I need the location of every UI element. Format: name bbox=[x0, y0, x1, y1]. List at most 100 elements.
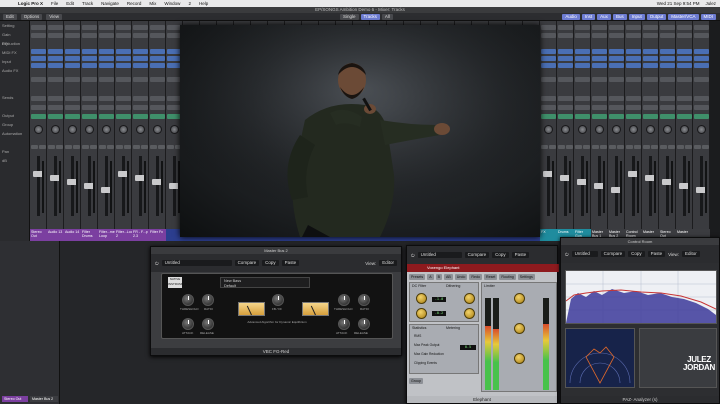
solo-button[interactable] bbox=[668, 145, 675, 149]
audio-fx-slot[interactable] bbox=[575, 56, 590, 61]
audio-fx-slot[interactable] bbox=[116, 56, 131, 61]
output-slot[interactable] bbox=[48, 96, 63, 101]
menu-file[interactable]: File bbox=[51, 1, 58, 6]
automation-slot[interactable] bbox=[150, 114, 165, 119]
pan-knob[interactable] bbox=[85, 125, 94, 134]
input-slot[interactable] bbox=[558, 49, 573, 54]
channel-name[interactable]: Audio 13 bbox=[47, 229, 64, 241]
setting-slot[interactable] bbox=[150, 25, 165, 30]
channel-name[interactable]: Audio 14 bbox=[64, 229, 81, 241]
audio-fx-slot[interactable] bbox=[31, 63, 46, 68]
options-menu-button[interactable]: Options bbox=[20, 13, 43, 20]
eq-slot[interactable] bbox=[541, 33, 556, 38]
eq-slot[interactable] bbox=[65, 33, 80, 38]
eq-slot[interactable] bbox=[48, 33, 63, 38]
eq-slot[interactable] bbox=[150, 33, 165, 38]
mute-button[interactable] bbox=[541, 145, 548, 149]
group-slot[interactable] bbox=[677, 105, 692, 110]
dc-filter-knob[interactable] bbox=[416, 293, 427, 304]
mute-button[interactable] bbox=[65, 145, 72, 149]
release-knob-2[interactable] bbox=[358, 318, 370, 330]
send-slot[interactable] bbox=[660, 77, 675, 82]
filter-master-vca-button[interactable]: Master/VCA bbox=[668, 13, 699, 20]
audio-fx-slot[interactable] bbox=[643, 56, 658, 61]
elephant-preset-menu[interactable]: Untitled bbox=[417, 252, 462, 258]
audio-fx-slot[interactable] bbox=[150, 56, 165, 61]
solo-button[interactable] bbox=[549, 145, 556, 149]
single-view-button[interactable]: Single bbox=[340, 13, 359, 20]
menu-2[interactable]: 2 bbox=[188, 1, 191, 6]
mute-button[interactable] bbox=[609, 145, 616, 149]
menubar-clock[interactable]: Wed 21 Sep 9:54 PM bbox=[657, 1, 700, 6]
group-slot[interactable] bbox=[541, 105, 556, 110]
send-slot[interactable] bbox=[150, 77, 165, 82]
group-slot[interactable] bbox=[694, 105, 709, 110]
vbc-view-menu[interactable]: Editor bbox=[379, 260, 397, 266]
channel-name[interactable]: FR - F...p 2.3 bbox=[132, 229, 149, 241]
send-slot[interactable] bbox=[592, 77, 607, 82]
channel-name[interactable]: FX bbox=[540, 229, 557, 241]
output-slot[interactable] bbox=[150, 96, 165, 101]
mute-button[interactable] bbox=[694, 145, 701, 149]
eq-slot[interactable] bbox=[609, 33, 624, 38]
input-slot[interactable] bbox=[626, 49, 641, 54]
filter-inst-button[interactable]: Inst bbox=[581, 13, 596, 20]
output-slot[interactable] bbox=[609, 96, 624, 101]
automation-slot[interactable] bbox=[694, 114, 709, 119]
automation-slot[interactable] bbox=[677, 114, 692, 119]
power-icon[interactable]: ⏻ bbox=[411, 253, 415, 258]
input-slot[interactable] bbox=[609, 49, 624, 54]
channel-name[interactable]: Filter...Loop 2 bbox=[115, 229, 132, 241]
group-slot[interactable] bbox=[99, 105, 114, 110]
filter-output-button[interactable]: Output bbox=[646, 13, 667, 20]
automation-slot[interactable] bbox=[558, 114, 573, 119]
audio-fx-slot[interactable] bbox=[592, 56, 607, 61]
audio-fx-slot[interactable] bbox=[677, 63, 692, 68]
paz-copy-button[interactable]: Copy bbox=[628, 251, 645, 257]
filter-bus-button[interactable]: Bus bbox=[612, 13, 627, 20]
filter-audio-button[interactable]: Audio bbox=[562, 13, 580, 20]
pan-knob[interactable] bbox=[680, 125, 689, 134]
input-slot[interactable] bbox=[643, 49, 658, 54]
filter-aux-button[interactable]: Aux bbox=[597, 13, 611, 20]
elephant-compare-button[interactable]: Compare bbox=[464, 252, 490, 258]
tracks-view-button[interactable]: Tracks bbox=[360, 13, 380, 20]
setting-slot[interactable] bbox=[116, 25, 131, 30]
eq-slot[interactable] bbox=[626, 33, 641, 38]
input-slot[interactable] bbox=[133, 49, 148, 54]
pan-knob[interactable] bbox=[561, 125, 570, 134]
master-bus-name[interactable]: Master Bus 2 bbox=[30, 396, 58, 402]
input-slot[interactable] bbox=[65, 49, 80, 54]
eq-slot[interactable] bbox=[592, 33, 607, 38]
automation-slot[interactable] bbox=[31, 114, 46, 119]
pan-knob[interactable] bbox=[646, 125, 655, 134]
group-slot[interactable] bbox=[150, 105, 165, 110]
input-slot[interactable] bbox=[31, 49, 46, 54]
undo-button[interactable]: Undo bbox=[454, 274, 468, 280]
setting-slot[interactable] bbox=[558, 25, 573, 30]
output-slot[interactable] bbox=[541, 96, 556, 101]
eq-slot[interactable] bbox=[116, 33, 131, 38]
pan-knob[interactable] bbox=[153, 125, 162, 134]
audio-fx-slot[interactable] bbox=[660, 63, 675, 68]
audio-fx-slot[interactable] bbox=[677, 56, 692, 61]
output-slot[interactable] bbox=[643, 96, 658, 101]
output-slot[interactable] bbox=[31, 96, 46, 101]
solo-button[interactable] bbox=[107, 145, 114, 149]
solo-button[interactable] bbox=[617, 145, 624, 149]
frequency-spectrum-display[interactable] bbox=[565, 270, 717, 324]
setting-slot[interactable] bbox=[133, 25, 148, 30]
group-slot[interactable] bbox=[626, 105, 641, 110]
mute-button[interactable] bbox=[575, 145, 582, 149]
mute-button[interactable] bbox=[133, 145, 140, 149]
audio-fx-slot[interactable] bbox=[558, 56, 573, 61]
send-slot[interactable] bbox=[677, 77, 692, 82]
send-slot[interactable] bbox=[65, 77, 80, 82]
solo-button[interactable] bbox=[583, 145, 590, 149]
audio-fx-slot[interactable] bbox=[82, 56, 97, 61]
attack-knob-2[interactable] bbox=[338, 318, 350, 330]
mute-button[interactable] bbox=[31, 145, 38, 149]
setting-slot[interactable] bbox=[575, 25, 590, 30]
mute-button[interactable] bbox=[677, 145, 684, 149]
menu-record[interactable]: Record bbox=[127, 1, 142, 6]
